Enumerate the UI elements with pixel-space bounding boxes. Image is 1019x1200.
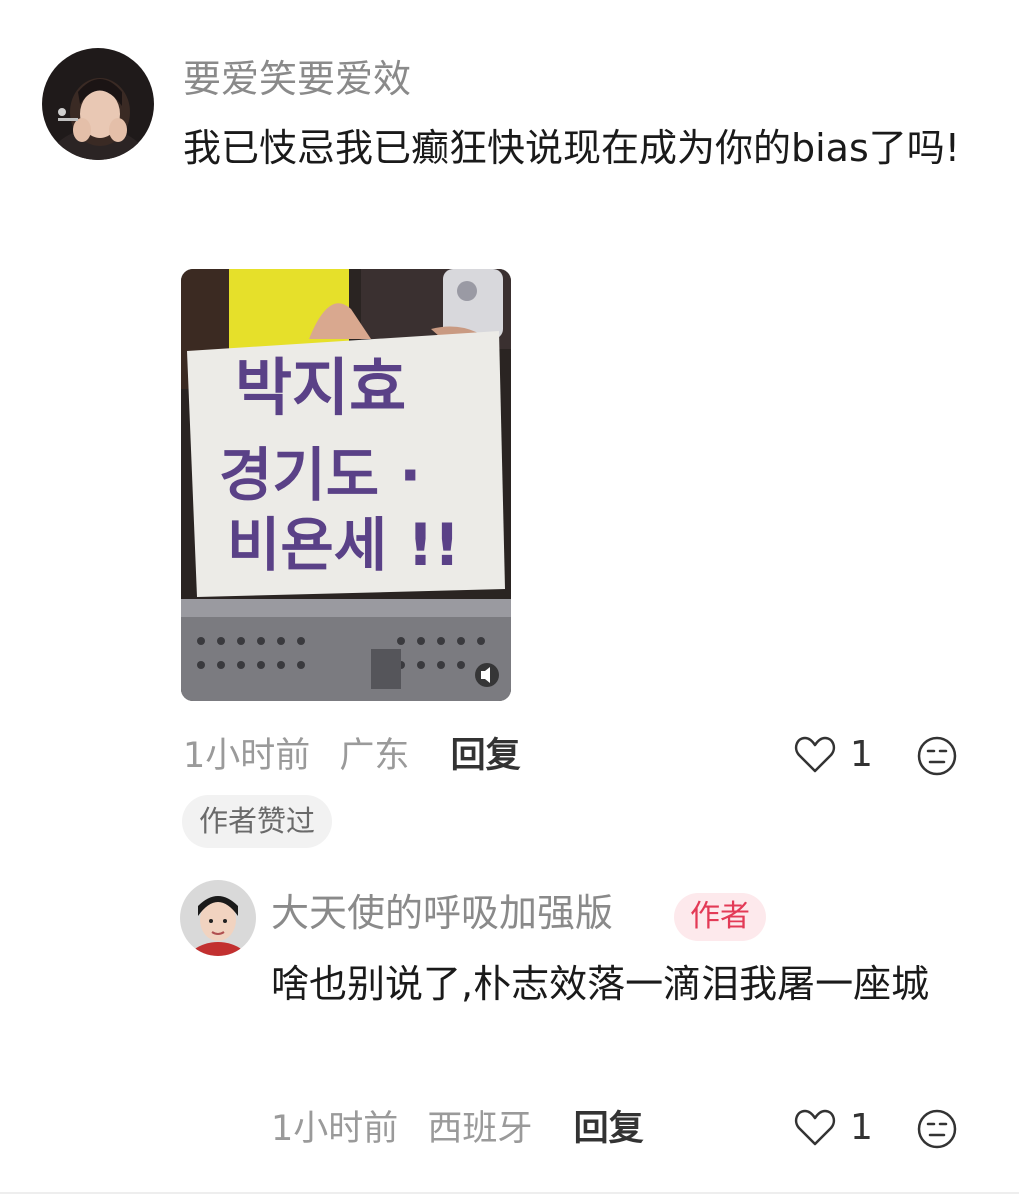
reply-reply-button[interactable]: 回复 [574, 1111, 644, 1147]
reply-like-count: 1 [850, 1107, 873, 1148]
divider [0, 1192, 1019, 1194]
speaker-icon[interactable] [475, 663, 499, 687]
reply-time: 1小时前 [271, 1108, 399, 1149]
heart-outline-icon [794, 736, 836, 773]
reply-meta: 1小时前 西班牙 回复 [271, 1111, 644, 1147]
reply-like-button[interactable]: 1 [794, 1108, 873, 1148]
sign-line-3: 비욘세 !! [227, 511, 460, 579]
reply-button[interactable]: 回复 [451, 738, 521, 774]
sign-line-2: 경기도 · [219, 441, 421, 509]
replier-avatar[interactable] [180, 880, 256, 956]
comment-text: 我已忮忌我已癫狂快说现在成为你的bias了吗! [183, 126, 960, 170]
sign-line-1: 박지효 [235, 351, 406, 424]
comment-photo[interactable]: 박지효 경기도 · 비욘세 !! [181, 269, 511, 701]
like-count: 1 [850, 734, 873, 775]
comment-meta: 1小时前 广东 回复 [183, 738, 521, 774]
reply-text: 啥也别说了,朴志效落一滴泪我屠一座城 [271, 962, 930, 1006]
neutral-face-icon[interactable] [916, 1108, 958, 1154]
replier-username[interactable]: 大天使的呼吸加强版 [271, 894, 613, 932]
commenter-avatar[interactable] [42, 48, 154, 160]
commenter-username[interactable]: 要爱笑要爱效 [183, 60, 411, 98]
like-button[interactable]: 1 [794, 735, 873, 775]
heart-outline-icon [794, 1109, 836, 1146]
liked-by-author-pill: 作者赞过 [182, 795, 333, 848]
comment-location: 广东 [339, 735, 410, 776]
neutral-face-icon[interactable] [916, 735, 958, 781]
author-badge: 作者 [674, 893, 766, 941]
comment-time: 1小时前 [183, 735, 311, 776]
reply-location: 西班牙 [427, 1108, 533, 1149]
